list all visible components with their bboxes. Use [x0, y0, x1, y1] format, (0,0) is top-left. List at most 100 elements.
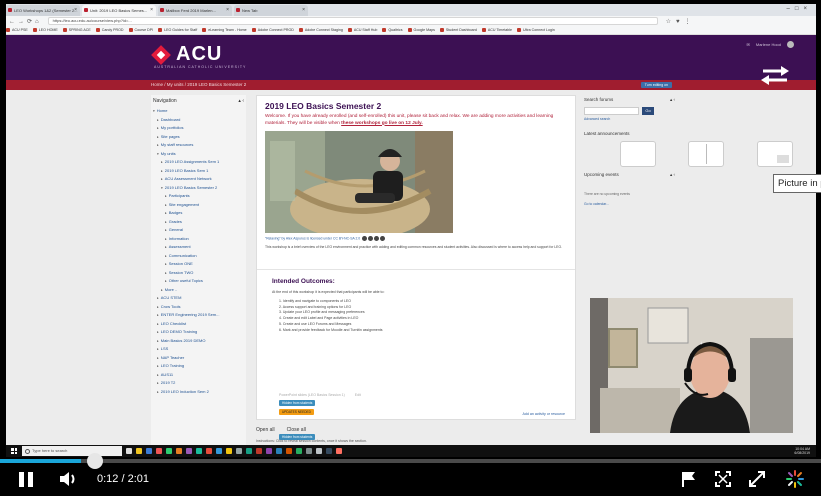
notifications-icon[interactable]: ✉: [747, 42, 750, 47]
windows-start-icon[interactable]: [9, 446, 19, 456]
nav-item[interactable]: 2019 LEO Basics Sem 1: [151, 167, 246, 176]
nav-item[interactable]: My units: [151, 150, 246, 159]
taskbar-app-icon[interactable]: [216, 448, 222, 454]
nav-item[interactable]: Crow Tools: [151, 303, 246, 312]
block-controls-icon[interactable]: ▴ ‹: [670, 172, 675, 178]
swap-arrows-icon[interactable]: [757, 64, 793, 86]
bookmark-item[interactable]: Qualtrics: [382, 28, 402, 32]
taskbar-app-icon[interactable]: [286, 448, 292, 454]
taskbar-app-icon[interactable]: [246, 448, 252, 454]
breadcrumb[interactable]: Home / My units / 2019 LEO Basics Semest…: [151, 80, 246, 90]
browser-tab[interactable]: LEO Workshops 1&2 (Semester 2... ×: [6, 5, 80, 16]
close-tab-icon[interactable]: ×: [74, 5, 77, 16]
bookmark-item[interactable]: Candy PROD: [96, 28, 124, 32]
window-controls[interactable]: –□×: [787, 4, 812, 15]
user-menu[interactable]: ✉ Marlene Hood: [747, 41, 794, 48]
progress-bar[interactable]: [0, 459, 821, 463]
nav-item[interactable]: Site pages: [151, 133, 246, 142]
bookmark-item[interactable]: Ultra Connect Login: [517, 28, 555, 32]
nav-item[interactable]: 2019 LEO Basics Semester 2: [151, 184, 246, 193]
taskbar-app-icon[interactable]: [186, 448, 192, 454]
browser-tab-active[interactable]: Unit: 2019 LEO Basics Semes... ×: [82, 5, 156, 16]
expand-icon[interactable]: [748, 470, 766, 488]
turn-editing-on-button[interactable]: Turn editing on: [640, 82, 672, 88]
taskbar-app-icon[interactable]: [256, 448, 262, 454]
bookmark-item[interactable]: ACU PSE: [6, 28, 28, 32]
video-frame[interactable]: LEO Workshops 1&2 (Semester 2... × Unit: …: [0, 0, 821, 496]
taskbar-app-icon[interactable]: [276, 448, 282, 454]
taskbar-app-icon[interactable]: [236, 448, 242, 454]
nav-item[interactable]: Site engagement: [151, 201, 246, 210]
go-button[interactable]: Go: [642, 107, 654, 115]
nav-item[interactable]: 2019 LEO Assignments Sem 1: [151, 158, 246, 167]
bookmark-item[interactable]: ACU Timetable: [482, 28, 512, 32]
close-all-button[interactable]: Close all: [287, 427, 306, 433]
close-tab-icon[interactable]: ×: [150, 5, 153, 16]
nav-item[interactable]: Grades: [151, 218, 246, 227]
nav-item[interactable]: LEO DEMO Training: [151, 328, 246, 337]
taskbar-app-icon[interactable]: [326, 448, 332, 454]
nav-item[interactable]: LSS: [151, 345, 246, 354]
block-controls-icon[interactable]: ▴ ‹: [670, 97, 675, 103]
nav-item[interactable]: General: [151, 226, 246, 235]
taskbar-app-icon[interactable]: [136, 448, 142, 454]
flag-icon[interactable]: [680, 470, 698, 488]
advanced-search-link[interactable]: Advanced search: [582, 117, 677, 121]
taskbar-app-icon[interactable]: [226, 448, 232, 454]
edit-menu[interactable]: Edit: [355, 393, 361, 397]
taskbar-app-icon[interactable]: [126, 448, 132, 454]
close-tab-icon[interactable]: ×: [302, 5, 305, 16]
snap-layout-pip-button[interactable]: [757, 141, 793, 167]
pause-button[interactable]: [13, 466, 39, 492]
taskbar-app-icon[interactable]: [266, 448, 272, 454]
taskbar-app-icon[interactable]: [176, 448, 182, 454]
nav-item[interactable]: 2019 LEO Induction Sem 2: [151, 388, 246, 397]
nav-item[interactable]: ACU STEM: [151, 294, 246, 303]
fullscreen-icon[interactable]: [714, 470, 732, 488]
taskbar-app-icon[interactable]: [146, 448, 152, 454]
nav-item[interactable]: My staff resources: [151, 141, 246, 150]
taskbar-app-icon[interactable]: [206, 448, 212, 454]
add-activity-link[interactable]: Add an activity or resource: [522, 412, 565, 416]
bookmark-item[interactable]: eLearning Team - Home: [202, 28, 247, 32]
nav-item[interactable]: ENTER Engineering 2019 Sem...: [151, 311, 246, 320]
nav-item[interactable]: Main Basics 2019 DEMO: [151, 337, 246, 346]
bookmark-item[interactable]: LEO Guides for Staff: [158, 28, 197, 32]
nav-item[interactable]: More ..: [151, 286, 246, 295]
search-input[interactable]: [584, 107, 639, 115]
taskbar-app-icon[interactable]: [316, 448, 322, 454]
nav-item[interactable]: Assessment: [151, 243, 246, 252]
nav-item[interactable]: Home: [151, 107, 246, 116]
nav-item[interactable]: Session TWO: [151, 269, 246, 278]
block-controls-icon[interactable]: ▴ ‹: [238, 98, 244, 104]
taskbar-app-icon[interactable]: [336, 448, 342, 454]
bookmark-item[interactable]: Adobe Connect Staging: [299, 28, 343, 32]
taskbar-app-icon[interactable]: [166, 448, 172, 454]
taskbar-search-input[interactable]: Type here to search: [22, 446, 122, 456]
snap-layout-split-button[interactable]: [688, 141, 724, 167]
nav-item[interactable]: Badges: [151, 209, 246, 218]
open-all-button[interactable]: Open all: [256, 427, 275, 433]
taskbar-app-icon[interactable]: [196, 448, 202, 454]
system-clock[interactable]: 10:04 AM 6/08/2019: [794, 447, 810, 455]
nav-item[interactable]: Dashboard: [151, 116, 246, 125]
bookmark-item[interactable]: ACU Staff Hub: [348, 28, 378, 32]
browser-tab[interactable]: Mailbox Ferd 2019 Marlen... ×: [158, 5, 232, 16]
nav-item[interactable]: My portfolios: [151, 124, 246, 133]
volume-icon[interactable]: [58, 469, 78, 489]
taskbar-app-icon[interactable]: [296, 448, 302, 454]
calendar-link[interactable]: Go to calendar...: [582, 202, 677, 206]
taskbar-app-icon[interactable]: [156, 448, 162, 454]
bookmark-item[interactable]: Student Dashboard: [440, 28, 477, 32]
go-live-link[interactable]: these workshops go live on 12 July.: [341, 121, 422, 126]
nav-item[interactable]: NAP Teacher: [151, 354, 246, 363]
nav-item[interactable]: Communication: [151, 252, 246, 261]
nav-item[interactable]: 2019 T2: [151, 379, 246, 388]
close-tab-icon[interactable]: ×: [226, 5, 229, 16]
image-attribution[interactable]: "Relaxing" by Alex Aspurus is licensed u…: [265, 236, 386, 241]
bookmark-item[interactable]: Adobe Connect PROD: [252, 28, 294, 32]
nav-item[interactable]: Other useful Topics: [151, 277, 246, 286]
nav-item[interactable]: LEO Training: [151, 362, 246, 371]
bookmark-item[interactable]: Google Maps: [408, 28, 435, 32]
resource-label[interactable]: PowerPoint slides (LEO Basics Session 1): [279, 393, 345, 397]
